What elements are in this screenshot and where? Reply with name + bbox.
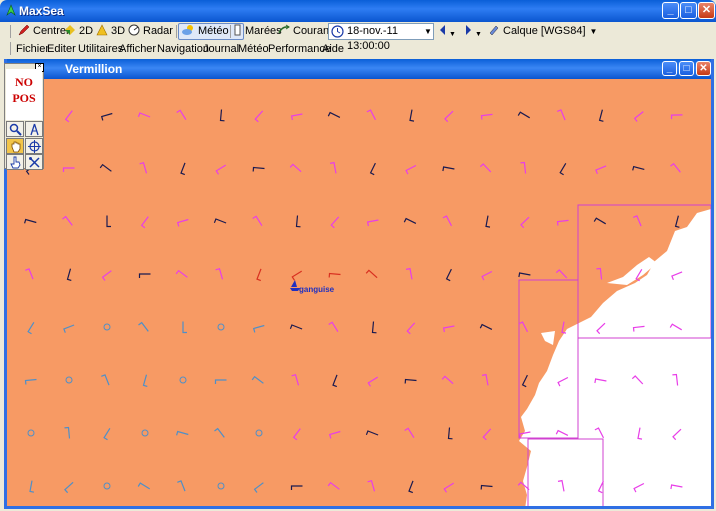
- route-tool-button[interactable]: [25, 154, 43, 170]
- meteo-label: Météo: [198, 25, 229, 37]
- view-2d-label: 2D: [79, 25, 94, 37]
- chart-minimize-button[interactable]: _: [662, 61, 677, 76]
- marees-label: Marées: [245, 25, 282, 37]
- maximize-button[interactable]: □: [680, 2, 697, 19]
- calque-label: Calque [WGS84]: [503, 25, 586, 37]
- time-back-dropdown-icon[interactable]: ▼: [449, 31, 456, 38]
- time-back-button[interactable]: ▼: [438, 24, 456, 39]
- cursor-tool-button[interactable]: [25, 138, 43, 154]
- menu-fichier[interactable]: Fichier: [16, 42, 49, 56]
- chart-window: Vermillion _ □ ✕ ganguise: [4, 59, 714, 509]
- 3d-view-icon: [96, 24, 108, 36]
- radar-label: Radar: [143, 25, 173, 37]
- toolbar-separator: [176, 25, 177, 38]
- select-tool-button[interactable]: [6, 154, 24, 170]
- chart-window-titlebar: Vermillion _ □ ✕: [7, 59, 711, 79]
- chart-map[interactable]: ganguise: [7, 79, 711, 509]
- app-title: MaxSea: [19, 4, 64, 18]
- centrer-button[interactable]: Centrer: [18, 24, 70, 39]
- calque-button[interactable]: Calque [WGS84] ▼: [488, 24, 597, 39]
- tool-palette: × NO POS: [4, 63, 44, 170]
- crosshair-icon: [28, 140, 41, 153]
- arrow-left-icon: [440, 25, 445, 35]
- pointer-hand-icon: [10, 156, 21, 169]
- layer-icon: [489, 25, 499, 36]
- menu-editer[interactable]: Editer: [47, 42, 76, 56]
- view-3d-button[interactable]: 3D: [96, 24, 125, 39]
- 2d-view-icon: [65, 25, 75, 35]
- marees-button[interactable]: Marées: [234, 24, 282, 39]
- menubar-grip: [10, 42, 11, 55]
- position-status-line1: NO: [15, 75, 33, 89]
- tools-icon: [29, 157, 40, 168]
- menu-navigation[interactable]: Navigation: [157, 42, 209, 56]
- time-forward-dropdown-icon[interactable]: ▼: [475, 31, 482, 38]
- menu-aide[interactable]: Aide: [322, 42, 344, 56]
- zoom-tool-button[interactable]: [6, 121, 24, 137]
- close-button[interactable]: ✕: [698, 2, 715, 19]
- toolbar-grip: [10, 25, 11, 38]
- pencil-icon: [18, 24, 30, 36]
- magnifier-icon: [9, 123, 22, 136]
- menu-bar: Fichier Editer Utilitaires Afficher Navi…: [0, 41, 716, 57]
- menu-utilitaires[interactable]: Utilitaires: [78, 42, 123, 56]
- menu-afficher[interactable]: Afficher: [119, 42, 156, 56]
- chart-maximize-button[interactable]: □: [679, 61, 694, 76]
- position-status-line2: POS: [12, 91, 36, 105]
- toolbar-separator: [230, 25, 231, 38]
- current-icon: [278, 24, 290, 34]
- pan-tool-button[interactable]: [6, 138, 24, 154]
- compass-tool-button[interactable]: [25, 121, 43, 137]
- time-forward-button[interactable]: ▼: [464, 24, 482, 39]
- weather-icon: [182, 25, 193, 35]
- datetime-selector[interactable]: 18-nov.-11 13:00:00 ▼: [328, 23, 434, 52]
- menu-journal[interactable]: Journal: [203, 42, 239, 56]
- view-3d-label: 3D: [111, 25, 126, 37]
- arrow-right-icon: [466, 25, 471, 35]
- clock-icon: [331, 25, 344, 38]
- chart-window-title: Vermillion: [65, 62, 123, 76]
- compass-icon: [30, 123, 39, 136]
- hand-icon: [11, 141, 21, 153]
- datetime-dropdown-icon[interactable]: ▼: [423, 24, 433, 39]
- maxsea-logo-icon: [6, 4, 16, 16]
- menu-meteo[interactable]: Météo: [238, 42, 269, 56]
- view-2d-button[interactable]: 2D: [64, 24, 93, 39]
- app-titlebar: MaxSea _ □ ✕: [0, 0, 716, 22]
- radar-icon: [128, 24, 140, 36]
- main-toolbar: Centrer 2D 3D Radar▼ Météo▼ Marées Coura…: [0, 22, 716, 52]
- minimize-button[interactable]: _: [662, 2, 679, 19]
- boat-label: ganguise: [299, 285, 335, 294]
- chart-close-button[interactable]: ✕: [696, 61, 711, 76]
- calque-dropdown-icon[interactable]: ▼: [590, 27, 598, 36]
- tide-icon: [234, 24, 241, 36]
- position-status: NO POS: [6, 69, 42, 120]
